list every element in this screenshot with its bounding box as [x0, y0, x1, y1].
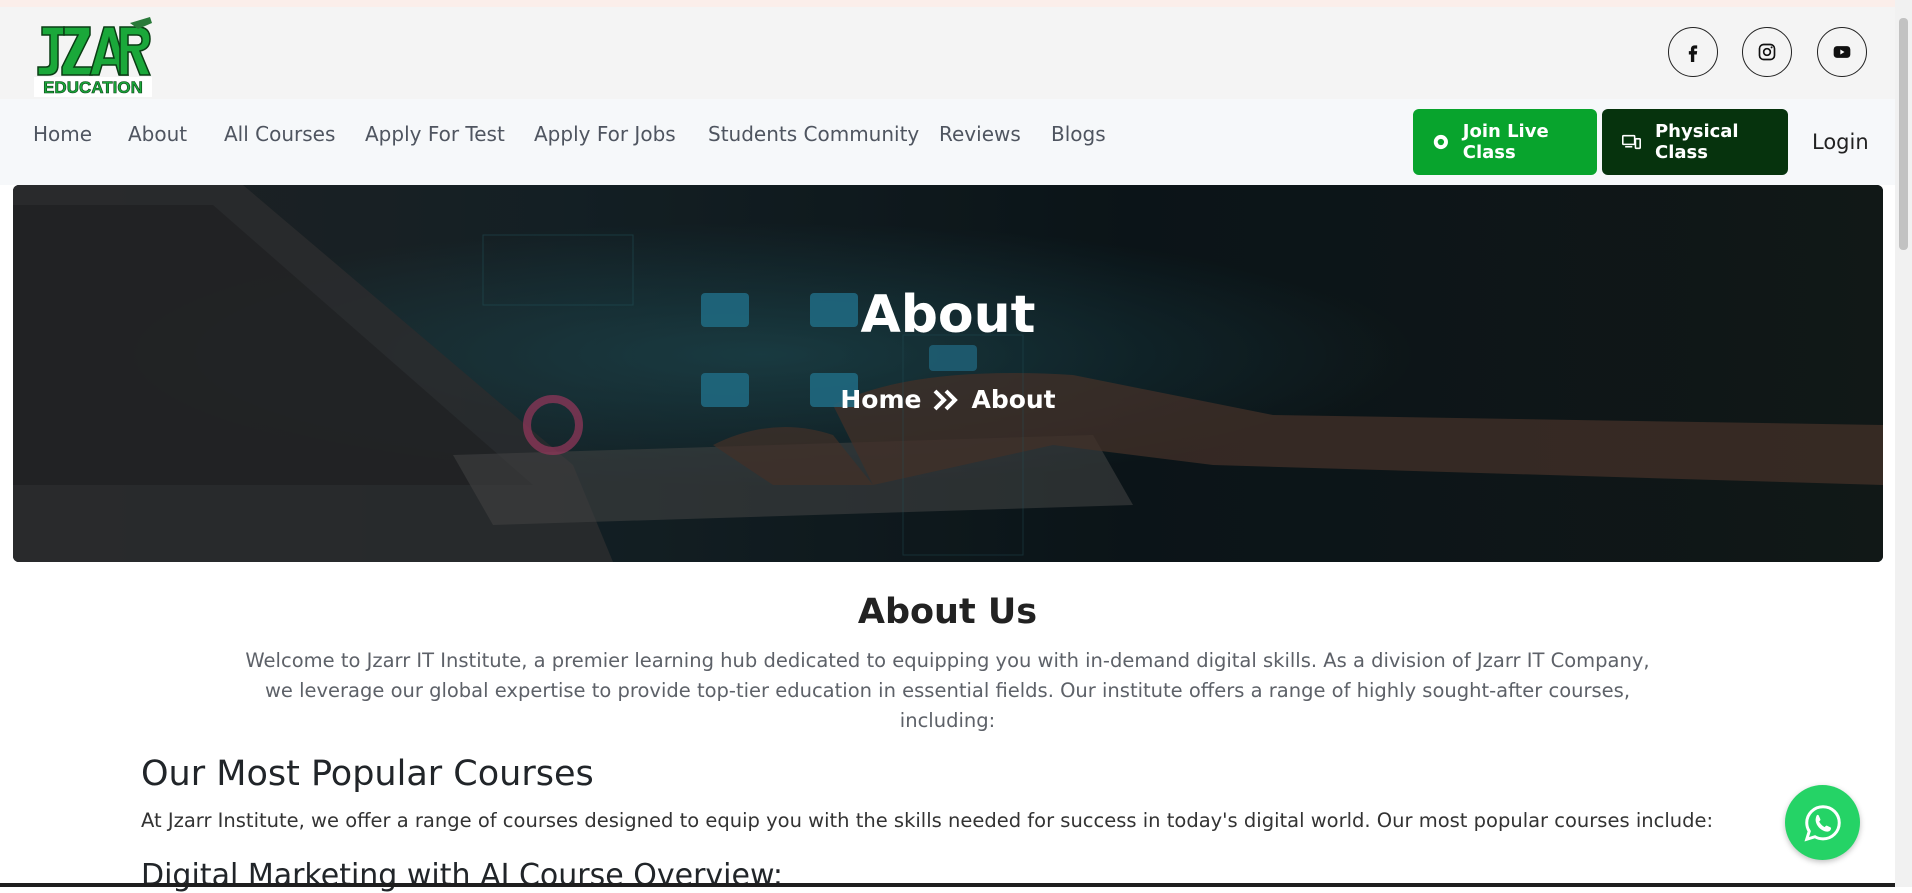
join-live-class-label: Join Live Class — [1462, 121, 1549, 163]
scrollbar-thumb[interactable] — [1899, 18, 1908, 250]
physical-class-button[interactable]: Physical Class — [1602, 109, 1788, 175]
main-nav: Home About All Courses Apply For Test Ap… — [0, 99, 1895, 185]
login-link[interactable]: Login — [1812, 130, 1869, 154]
whatsapp-icon — [1803, 804, 1841, 842]
nav-students-community[interactable]: Students Community — [708, 122, 919, 146]
join-live-class-button[interactable]: Join Live Class — [1413, 109, 1597, 175]
facebook-link[interactable] — [1668, 27, 1718, 77]
top-strip — [0, 0, 1895, 7]
digital-marketing-heading: Digital Marketing with AI Course Overvie… — [141, 858, 783, 893]
jzarr-logo[interactable]: EDUCATION — [34, 17, 152, 97]
youtube-icon — [1833, 46, 1851, 58]
instagram-icon — [1758, 43, 1776, 61]
popular-courses-text: At Jzarr Institute, we offer a range of … — [141, 809, 1714, 832]
about-line-1: Welcome to Jzarr IT Institute, a premier… — [245, 649, 1650, 672]
svg-text:EDUCATION: EDUCATION — [43, 78, 143, 97]
breadcrumb-home[interactable]: Home — [840, 385, 921, 414]
nav-apply-for-jobs[interactable]: Apply For Jobs — [534, 122, 676, 146]
facebook-icon — [1688, 45, 1698, 62]
hero-title: About — [860, 285, 1036, 345]
nav-home[interactable]: Home — [33, 122, 92, 146]
instagram-link[interactable] — [1742, 27, 1792, 77]
nav-blogs[interactable]: Blogs — [1051, 122, 1106, 146]
about-line-2: we leverage our global expertise to prov… — [264, 679, 1631, 732]
bottom-edge — [0, 883, 1895, 887]
about-us-heading: About Us — [857, 592, 1038, 632]
double-chevron-right-icon — [934, 389, 959, 410]
about-us-text: Welcome to Jzarr IT Institute, a premier… — [240, 646, 1655, 736]
youtube-link[interactable] — [1817, 27, 1867, 77]
live-dot-icon — [1433, 134, 1448, 150]
breadcrumb-current: About — [971, 385, 1056, 414]
nav-about[interactable]: About — [128, 122, 187, 146]
physical-class-label: Physical Class — [1654, 121, 1739, 163]
devices-icon — [1622, 134, 1641, 150]
nav-reviews[interactable]: Reviews — [939, 122, 1021, 146]
nav-apply-for-test[interactable]: Apply For Test — [365, 122, 505, 146]
breadcrumb: Home About — [13, 385, 1883, 414]
popular-courses-heading: Our Most Popular Courses — [141, 754, 594, 794]
site-header: EDUCATION — [0, 7, 1895, 99]
nav-all-courses[interactable]: All Courses — [224, 122, 335, 146]
hero-background-image — [13, 185, 1883, 562]
whatsapp-button[interactable] — [1785, 785, 1860, 860]
hero-banner: About Home About — [13, 185, 1883, 562]
